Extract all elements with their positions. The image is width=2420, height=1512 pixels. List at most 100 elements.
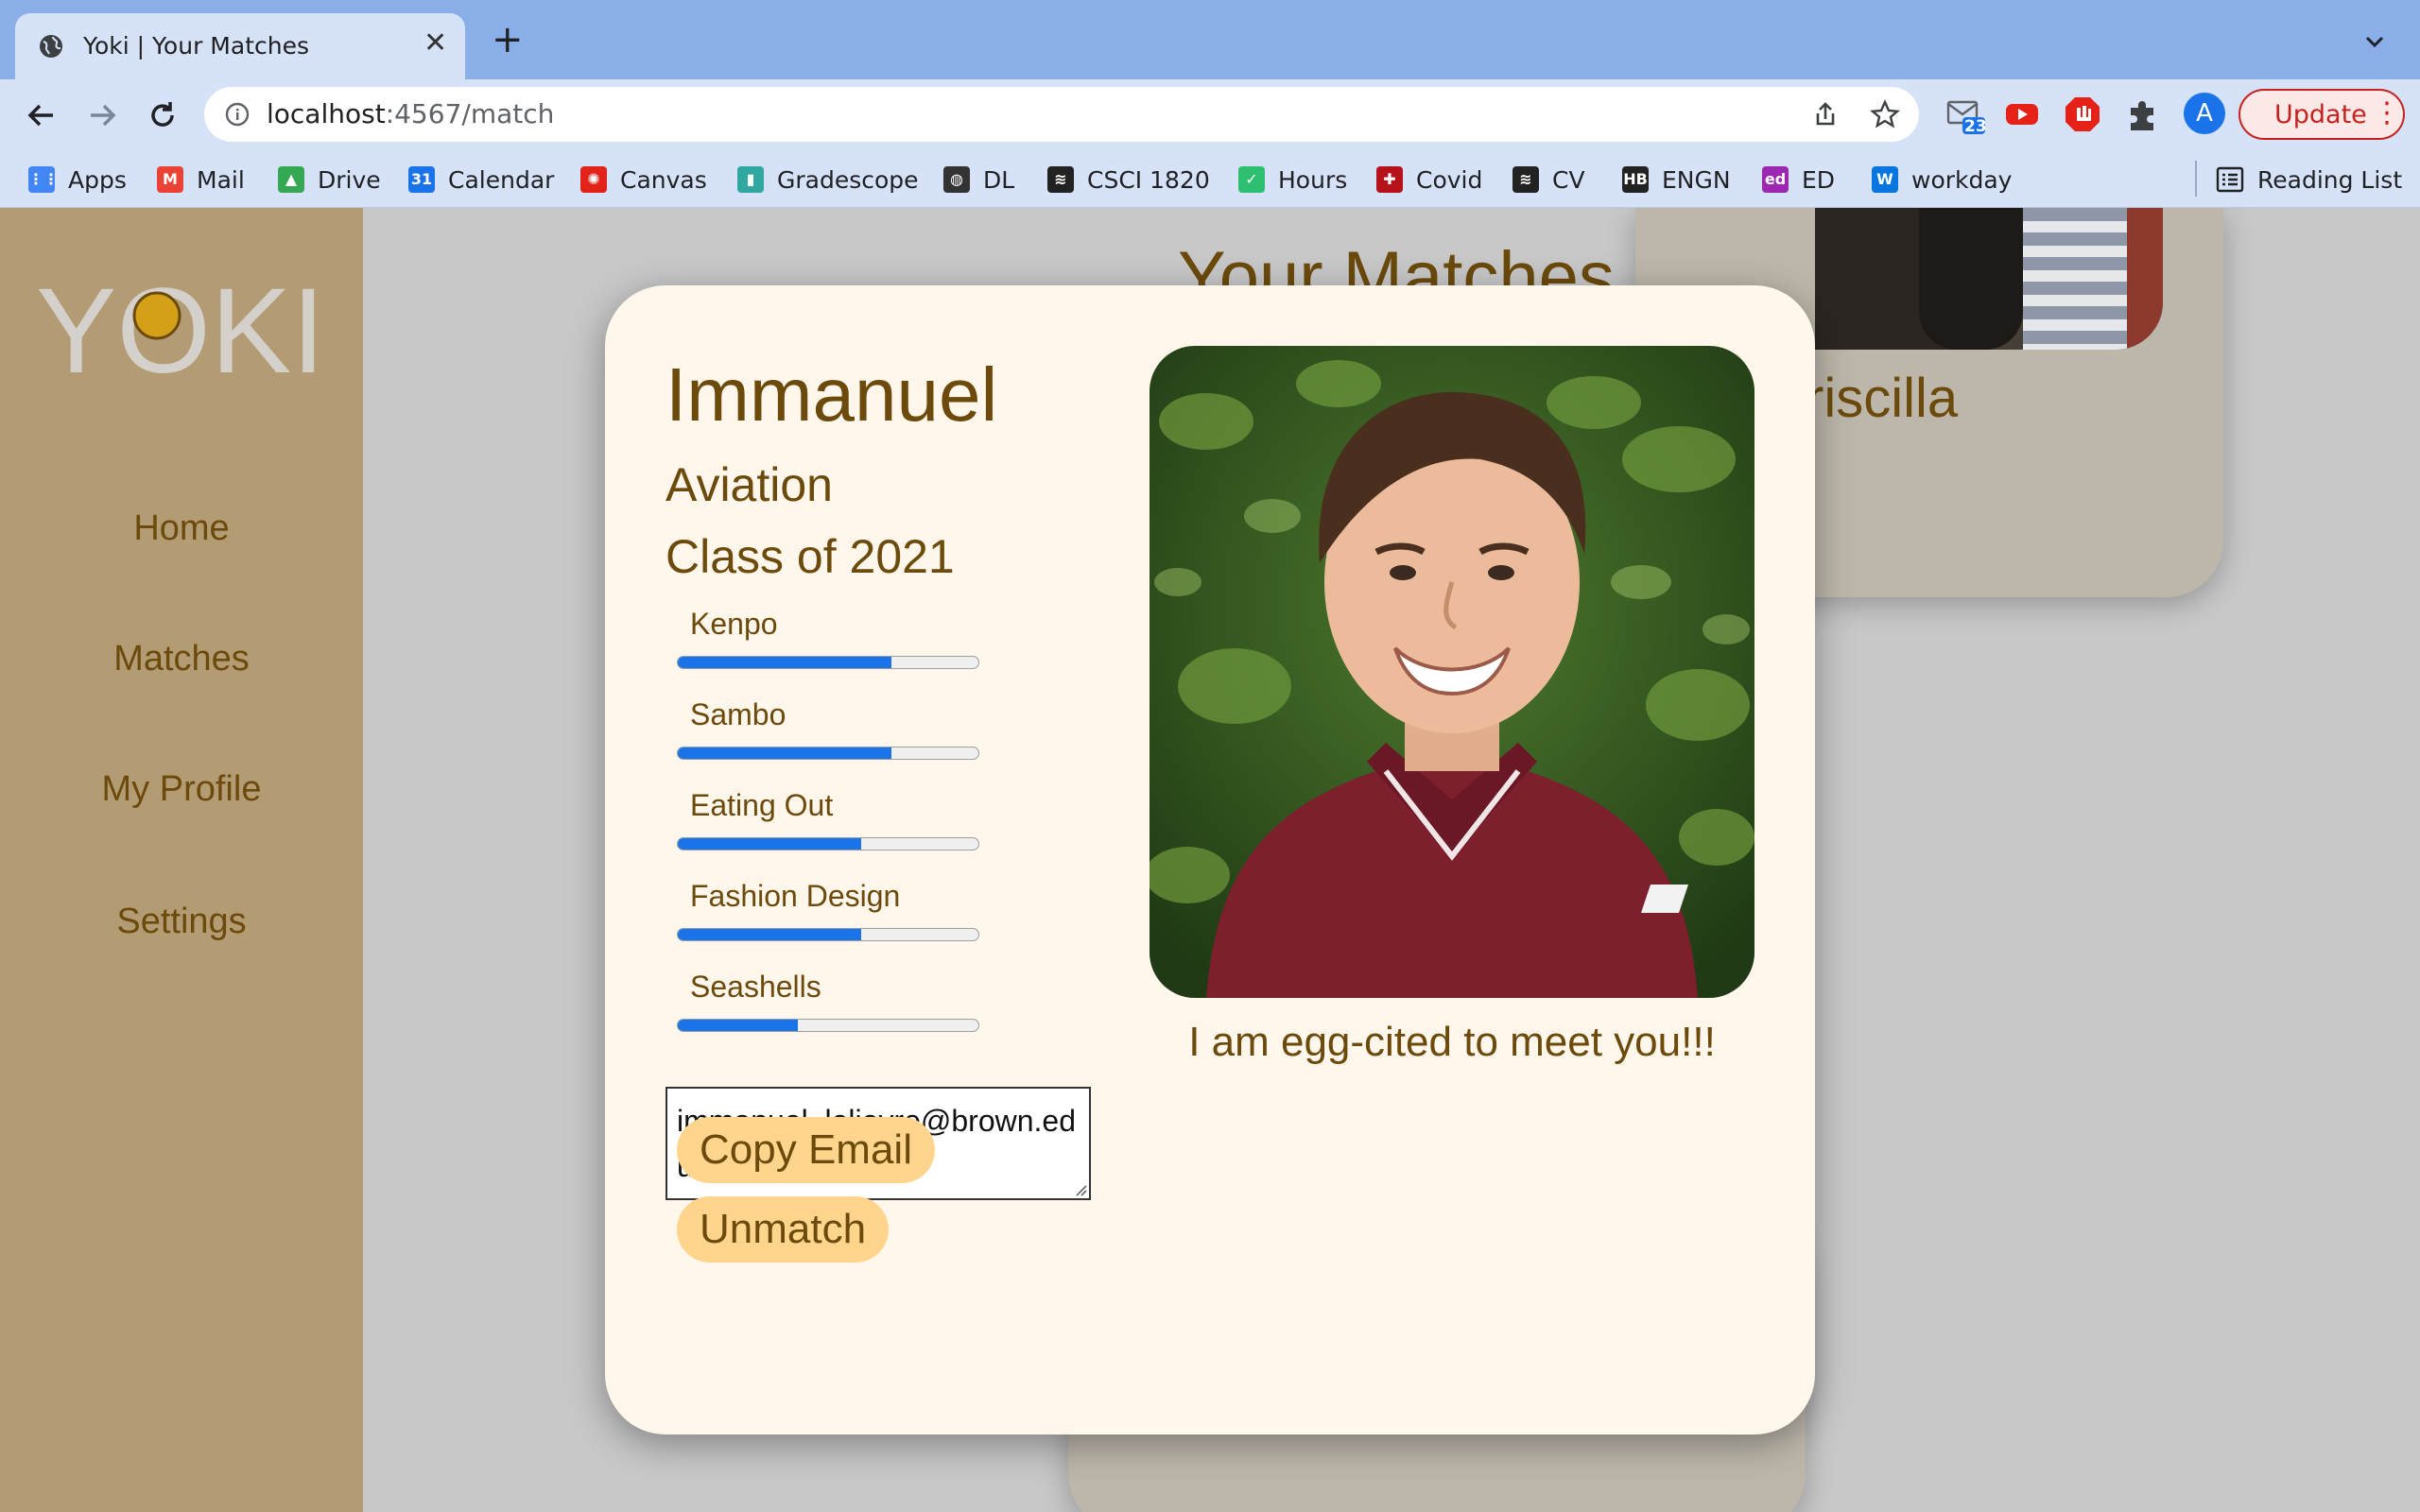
logo-text: YOKI <box>36 266 325 380</box>
kebab-menu-icon[interactable]: ⋮ <box>2373 96 2401 129</box>
site-info-icon[interactable] <box>225 102 250 127</box>
interest-label: Eating Out <box>690 788 834 822</box>
match-card-photo <box>1815 208 2163 350</box>
mail-badge: 23 <box>1964 117 1987 136</box>
nav-home[interactable]: Home <box>0 508 363 549</box>
extensions-puzzle-icon[interactable] <box>2123 94 2163 134</box>
interest-level-fill <box>678 1020 799 1031</box>
drive-icon: ▲ <box>278 166 304 193</box>
unmatch-button[interactable]: Unmatch <box>677 1196 890 1263</box>
bookmark-label: CV <box>1552 165 1585 194</box>
csci-icon: ≋ <box>1047 166 1074 193</box>
calendar-icon: 31 <box>408 166 435 193</box>
adblock-extension-icon[interactable] <box>2063 94 2102 134</box>
bookmark-drive[interactable]: ▲ Drive <box>278 161 381 198</box>
copy-email-button[interactable]: Copy Email <box>677 1117 935 1183</box>
bookmark-label: Mail <box>197 165 245 194</box>
hours-icon: ✓ <box>1238 166 1265 193</box>
bookmark-hours[interactable]: ✓ Hours <box>1238 161 1347 198</box>
browser-tab[interactable]: Yoki | Your Matches ✕ <box>15 13 465 79</box>
bookmark-engn[interactable]: HB ENGN <box>1622 161 1731 198</box>
ed-icon: ed <box>1762 166 1789 193</box>
resize-grip-icon[interactable] <box>1074 1183 1087 1196</box>
globe-icon: ◍ <box>943 166 970 193</box>
sidebar: YOKI Home Matches My Profile Settings <box>0 208 363 1512</box>
interest-level-bar <box>677 837 979 850</box>
tab-close-icon[interactable]: ✕ <box>424 26 447 60</box>
nav-my-profile[interactable]: My Profile <box>0 769 363 810</box>
bookmark-label: Calendar <box>448 165 555 194</box>
reading-list-icon <box>2216 166 2244 193</box>
gmail-icon: M <box>157 166 183 193</box>
bookmarks-separator <box>2195 161 2197 197</box>
tab-title: Yoki | Your Matches <box>83 32 309 60</box>
interest-label: Seashells <box>690 970 821 1004</box>
new-tab-button[interactable]: + <box>492 21 524 59</box>
bookmark-label: Drive <box>318 165 381 194</box>
bookmark-label: DL <box>983 165 1015 194</box>
bookmark-star-icon[interactable] <box>1870 99 1900 129</box>
apps-grid-icon: ⋮⋮ <box>28 166 59 193</box>
bookmark-covid[interactable]: ✚ Covid <box>1376 161 1482 198</box>
bookmark-label: Hours <box>1278 165 1348 194</box>
youtube-extension-icon[interactable] <box>2002 94 2042 134</box>
bookmark-gradescope[interactable]: ▮ Gradescope <box>737 161 919 198</box>
bookmark-workday[interactable]: Wworkday <box>1872 161 2012 198</box>
interest-level-fill <box>678 747 891 759</box>
interest-level-bar <box>677 928 979 941</box>
covid-icon: ✚ <box>1376 166 1403 193</box>
match-major: Aviation <box>666 458 833 511</box>
interest-level-fill <box>678 657 891 668</box>
bookmark-dl[interactable]: ◍ DL <box>943 161 1014 198</box>
bookmark-label: Apps <box>68 165 127 194</box>
interest-label: Kenpo <box>690 607 778 641</box>
interest-level-fill <box>678 929 861 940</box>
profile-avatar[interactable]: A <box>2184 93 2225 134</box>
match-class-year: Class of 2021 <box>666 530 955 583</box>
interest-label: Fashion Design <box>690 879 901 913</box>
page-content: YOKI Home Matches My Profile Settings Yo… <box>0 208 2420 1512</box>
bookmark-label: ENGN <box>1662 165 1731 194</box>
interest-level-fill <box>678 838 861 850</box>
bookmark-label: CSCI 1820 <box>1087 165 1210 194</box>
nav-matches[interactable]: Matches <box>0 639 363 679</box>
bookmark-label: ED <box>1802 165 1836 194</box>
forward-arrow-icon[interactable] <box>81 94 123 136</box>
interest-level-bar <box>677 656 979 669</box>
bookmark-label: Covid <box>1416 165 1483 194</box>
match-card-name: riscilla <box>1806 368 1959 429</box>
tab-search-chevron-icon[interactable] <box>2361 28 2388 55</box>
canvas-icon: ✺ <box>580 166 607 193</box>
nav-settings[interactable]: Settings <box>0 902 363 942</box>
globe-icon <box>40 35 62 58</box>
url-text[interactable]: localhost:4567/match <box>267 98 554 129</box>
bookmark-calendar[interactable]: 31 Calendar <box>408 161 554 198</box>
match-photo <box>1150 346 1754 998</box>
bookmark-cv[interactable]: ≋ CV <box>1512 161 1585 198</box>
yoki-logo: YOKI <box>36 266 325 380</box>
workday-icon: W <box>1872 166 1898 193</box>
bookmark-label: Canvas <box>620 165 707 194</box>
share-icon[interactable] <box>1811 100 1840 129</box>
cv-icon: ≋ <box>1512 166 1539 193</box>
interest-level-bar <box>677 1019 979 1032</box>
interest-label: Sambo <box>690 697 786 731</box>
bookmark-mail[interactable]: M Mail <box>157 161 245 198</box>
gradescope-icon: ▮ <box>737 166 764 193</box>
back-arrow-icon[interactable] <box>21 94 62 136</box>
update-button[interactable]: Update ⋮ <box>2238 89 2405 140</box>
update-label: Update <box>2274 100 2367 129</box>
bookmark-csci-1820[interactable]: ≋ CSCI 1820 <box>1047 161 1210 198</box>
match-name: Immanuel <box>666 352 998 437</box>
bookmark-canvas[interactable]: ✺ Canvas <box>580 161 707 198</box>
bookmark-label: Gradescope <box>777 165 919 194</box>
reading-list-label: Reading List <box>2257 165 2403 194</box>
match-tagline: I am egg-cited to meet you!!! <box>1188 1019 1716 1065</box>
bookmark-ed[interactable]: ed ED <box>1762 161 1835 198</box>
bookmark-apps[interactable]: ⋮⋮ Apps <box>28 161 127 198</box>
interest-level-bar <box>677 747 979 760</box>
engn-icon: HB <box>1622 166 1649 193</box>
address-bar[interactable]: localhost:4567/match <box>204 87 1919 142</box>
reload-icon[interactable] <box>142 94 183 136</box>
reading-list-button[interactable]: Reading List <box>2216 161 2402 198</box>
